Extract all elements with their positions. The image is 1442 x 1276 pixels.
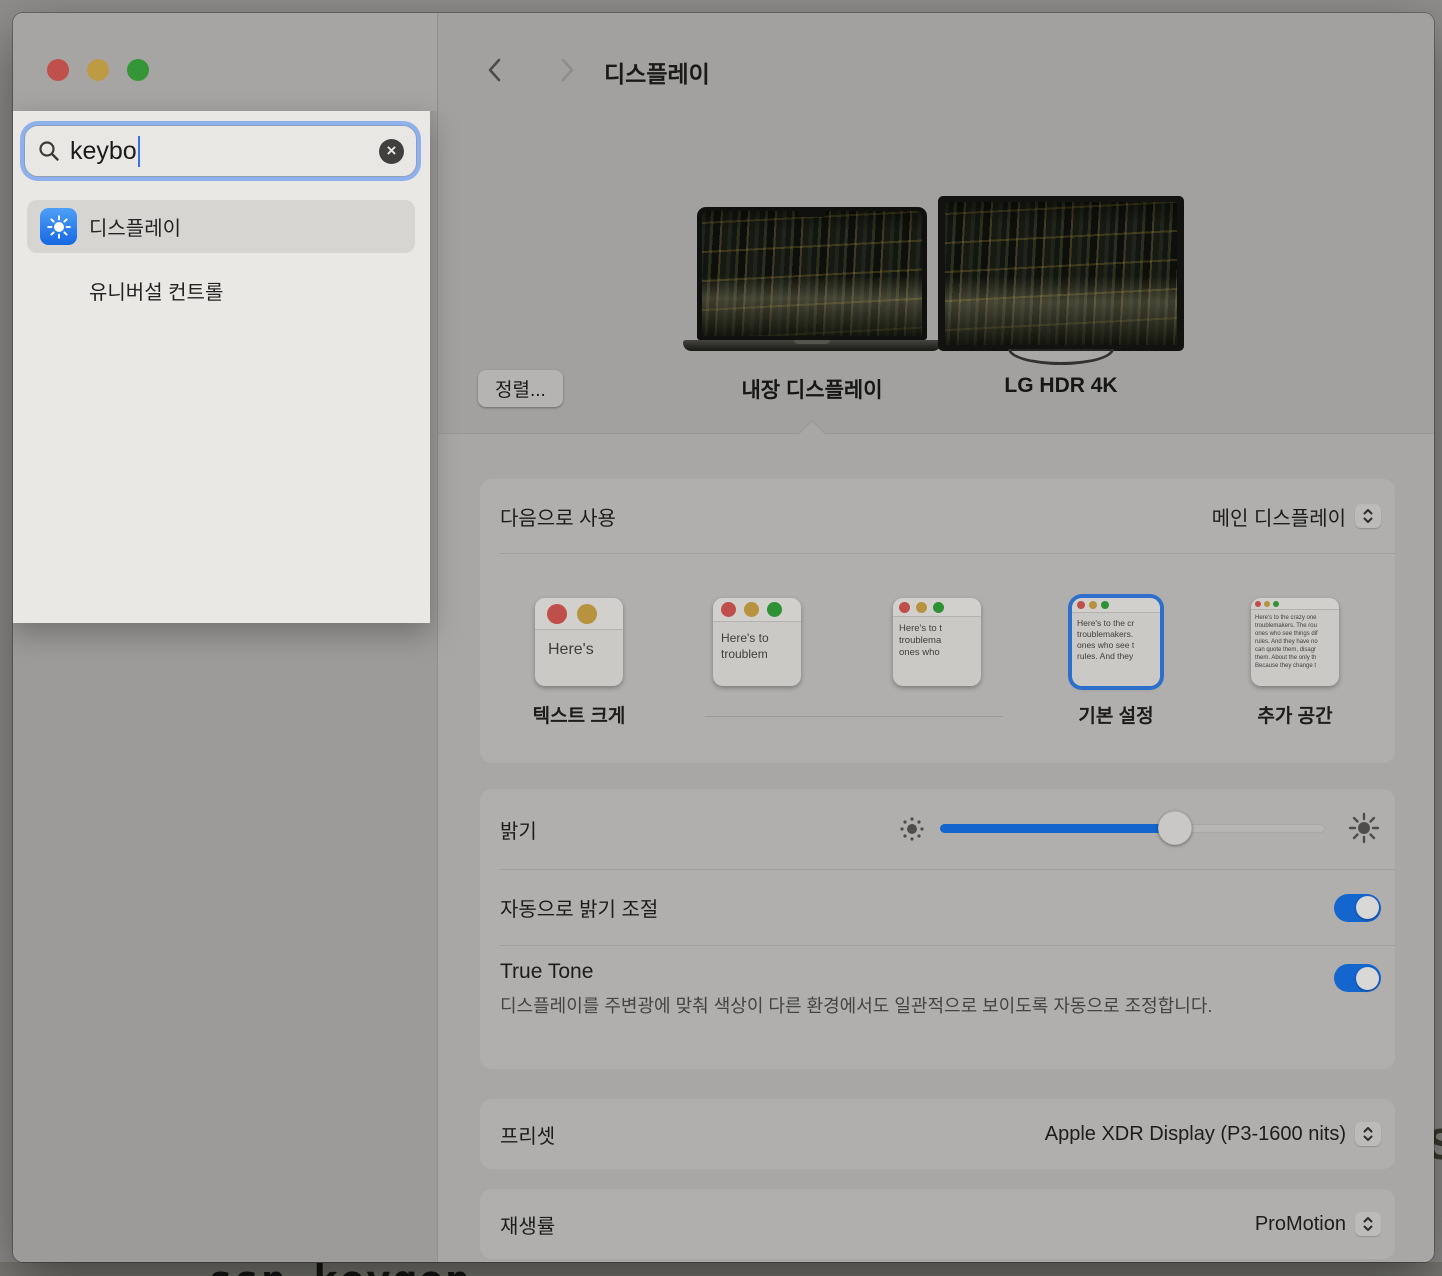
mini-close-icon	[1077, 601, 1085, 609]
chevron-up-down-icon	[1355, 1122, 1381, 1146]
chevron-up-down-icon	[1355, 1212, 1381, 1236]
laptop-screen	[697, 207, 927, 340]
mini-window-titlebar	[1251, 598, 1339, 610]
brightness-card: 밝기	[480, 789, 1395, 1069]
wallpaper-preview	[945, 202, 1177, 345]
forward-button[interactable]	[555, 57, 579, 83]
search-input[interactable]: keybo ×	[24, 125, 417, 177]
scaling-option-default[interactable]: Here's to the cr troublemakers. ones who…	[1072, 598, 1160, 686]
scaling-label-larger-text: 텍스트 크게	[491, 701, 667, 728]
auto-brightness-label: 자동으로 밝기 조절	[500, 893, 658, 922]
zoom-window-button[interactable]	[127, 59, 149, 81]
search-result-label: 유니버설 컨트롤	[89, 276, 223, 305]
scaling-connector-line	[705, 716, 1003, 717]
refresh-rate-label: 재생률	[500, 1210, 555, 1239]
sidebar: keybo × 디스플레	[13, 13, 437, 1262]
brightness-low-icon	[898, 815, 926, 843]
mini-minimize-icon	[1089, 601, 1097, 609]
preset-card: 프리셋 Apple XDR Display (P3-1600 nits)	[480, 1099, 1395, 1169]
display-brightness-icon	[40, 208, 77, 245]
laptop-notch	[798, 211, 826, 217]
monitor-frame	[938, 196, 1184, 351]
mini-close-icon	[899, 602, 910, 613]
sidebar-titlebar	[13, 13, 437, 111]
display-settings-pane: 디스플레이 정렬... 내장 디스플레이 LG HDR 4K	[438, 13, 1434, 1262]
search-value: keybo	[70, 137, 137, 166]
toggle-knob	[1356, 967, 1379, 990]
chevron-up-down-icon	[1355, 504, 1381, 528]
mini-zoom-icon	[767, 602, 782, 617]
minimize-window-button[interactable]	[87, 59, 109, 81]
selected-display-pointer	[798, 420, 826, 448]
page-title: 디스플레이	[604, 55, 710, 89]
mini-close-icon	[1255, 601, 1261, 607]
use-as-select[interactable]: 메인 디스플레이	[1212, 502, 1381, 531]
brightness-slider	[890, 789, 1380, 869]
scaling-label-more-space: 추가 공간	[1207, 701, 1383, 728]
mini-window-titlebar	[1072, 598, 1160, 613]
mini-window-titlebar	[713, 598, 801, 622]
mini-close-icon	[547, 604, 567, 624]
external-display-thumbnail[interactable]	[938, 196, 1184, 351]
search-result-display[interactable]: 디스플레이	[27, 200, 415, 253]
mini-zoom-icon	[933, 602, 944, 613]
scaling-label-default: 기본 설정	[1028, 701, 1204, 728]
back-button[interactable]	[483, 57, 507, 83]
true-tone-toggle[interactable]	[1334, 964, 1381, 992]
display-controls-section: 다음으로 사용 메인 디스플레이	[438, 433, 1434, 1262]
mini-minimize-icon	[916, 602, 927, 613]
scaling-option-larger-text[interactable]: Here's	[535, 598, 623, 686]
mini-minimize-icon	[1264, 601, 1270, 607]
builtin-display-label: 내장 디스플레이	[682, 374, 942, 404]
slider-knob[interactable]	[1158, 811, 1192, 845]
refresh-rate-select[interactable]: ProMotion	[1255, 1212, 1381, 1236]
preset-select[interactable]: Apple XDR Display (P3-1600 nits)	[1045, 1122, 1381, 1146]
search-result-universal-control[interactable]: 유니버설 컨트롤	[27, 264, 415, 317]
text-cursor	[138, 136, 140, 167]
mini-zoom-icon	[1101, 601, 1109, 609]
monitor-stand	[1008, 349, 1114, 365]
true-tone-description: 디스플레이를 주변광에 맞춰 색상이 다른 환경에서도 일관적으로 보이도록 자…	[500, 992, 1260, 1021]
auto-brightness-toggle[interactable]	[1334, 894, 1381, 922]
mini-minimize-icon	[744, 602, 759, 617]
search-icon	[37, 139, 61, 163]
builtin-display-thumbnail[interactable]	[697, 207, 927, 340]
true-tone-label: True Tone	[500, 960, 1381, 984]
brightness-label: 밝기	[500, 815, 537, 844]
arrange-displays-button[interactable]: 정렬...	[478, 370, 563, 407]
wallpaper-preview	[702, 211, 922, 336]
use-as-label: 다음으로 사용	[500, 502, 616, 531]
scaling-option-3[interactable]: Here's to t troublema ones who	[893, 598, 981, 686]
search-result-label: 디스플레이	[89, 212, 181, 241]
mini-zoom-icon	[1273, 601, 1279, 607]
brightness-high-icon	[1348, 812, 1380, 844]
mini-minimize-icon	[577, 604, 597, 624]
mini-window-titlebar	[893, 598, 981, 617]
slider-fill	[940, 824, 1175, 833]
resolution-card: 다음으로 사용 메인 디스플레이	[480, 479, 1395, 763]
system-settings-window: keybo × 디스플레	[13, 13, 1434, 1262]
clear-search-icon[interactable]: ×	[379, 139, 404, 164]
mini-close-icon	[721, 602, 736, 617]
search-results-panel: keybo × 디스플레	[13, 111, 430, 623]
scaling-option-2[interactable]: Here's to troublem	[713, 598, 801, 686]
slider-track[interactable]	[940, 824, 1325, 833]
scaling-options: Here's Here's to troublem	[480, 554, 1395, 763]
refresh-rate-card: 재생률 ProMotion	[480, 1189, 1395, 1259]
mini-window-titlebar	[535, 598, 623, 630]
preset-label: 프리셋	[500, 1120, 555, 1149]
toggle-knob	[1356, 896, 1379, 919]
laptop-base	[683, 340, 941, 351]
scaling-option-more-space[interactable]: Here's to the crazy one troublemakers. T…	[1251, 598, 1339, 686]
close-window-button[interactable]	[47, 59, 69, 81]
external-display-label: LG HDR 4K	[931, 374, 1191, 398]
